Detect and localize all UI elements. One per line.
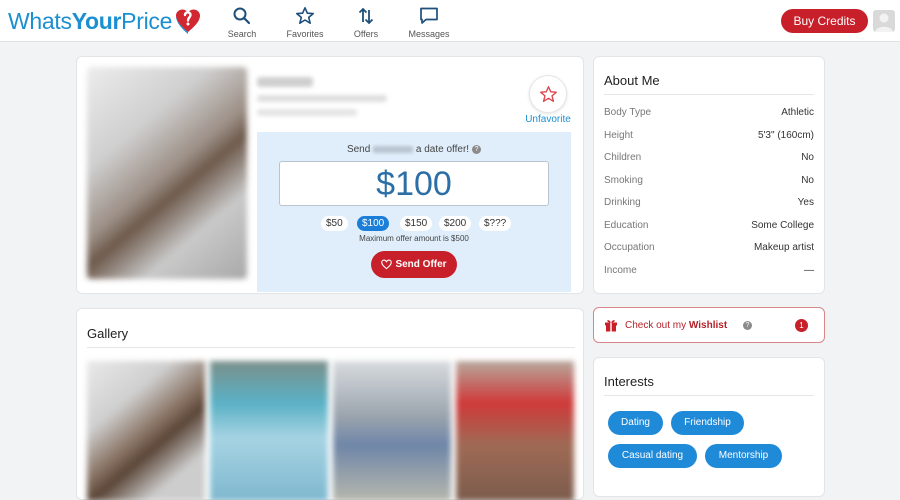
interest-pill-casual-dating[interactable]: Casual dating (608, 444, 697, 468)
divider (87, 347, 575, 348)
wishlist-help-icon[interactable]: ? (743, 321, 752, 330)
gallery-title: Gallery (87, 326, 129, 341)
about-row-drinking: Drinking Yes (604, 197, 814, 208)
gallery-photo[interactable] (333, 361, 451, 500)
top-header: WhatsYourPrice Search Favorites Offers M… (0, 0, 900, 42)
nav-search[interactable]: Search (212, 6, 272, 39)
wishlist-text: Check out my Wishlist (625, 320, 728, 331)
about-row-body-type: Body Type Athletic (604, 107, 814, 118)
site-logo[interactable]: WhatsYourPrice (8, 8, 172, 35)
about-row-income: Income — (604, 265, 814, 276)
amount-chip-100[interactable]: $100 (357, 216, 390, 231)
interests-card: Interests Dating Friendship Casual datin… (593, 357, 825, 497)
avatar-silhouette-icon (875, 13, 893, 32)
buy-credits-button[interactable]: Buy Credits (781, 9, 868, 33)
amount-chips: $50 $100 $150 $200 $??? (321, 216, 512, 232)
about-me-title: About Me (604, 73, 660, 88)
amount-chip-200[interactable]: $200 (439, 216, 472, 231)
max-offer-note: Maximum offer amount is $500 (359, 234, 469, 243)
nav-messages[interactable]: Messages (399, 6, 459, 39)
heart-icon (381, 259, 393, 270)
interest-pill-friendship[interactable]: Friendship (671, 411, 744, 435)
amount-chip-custom[interactable]: $??? (479, 216, 512, 231)
offer-panel: Send a date offer!? $100 $50 $100 $150 $… (257, 132, 571, 292)
wishlist-count-badge: 1 (795, 319, 808, 332)
star-icon (296, 7, 314, 24)
wishlist-link[interactable]: Check out my Wishlist ? 1 (593, 307, 825, 343)
offers-arrows-icon (358, 7, 374, 25)
gallery-photo[interactable] (87, 361, 205, 500)
amount-chip-50[interactable]: $50 (321, 216, 348, 231)
logo-heart-icon (176, 9, 200, 34)
profile-name-redacted (257, 77, 313, 87)
nav-favorites[interactable]: Favorites (275, 6, 335, 39)
divider (604, 395, 814, 396)
interest-pill-mentorship[interactable]: Mentorship (705, 444, 782, 468)
profile-subtitle-redacted (257, 109, 357, 116)
send-offer-button[interactable]: Send Offer (371, 251, 457, 278)
nav-offers[interactable]: Offers (336, 6, 396, 39)
profile-photo[interactable] (87, 67, 247, 279)
interests-title: Interests (604, 374, 654, 389)
divider (604, 94, 814, 95)
gift-icon (605, 320, 617, 332)
interest-pill-dating[interactable]: Dating (608, 411, 663, 435)
unfavorite-button[interactable] (529, 75, 567, 113)
star-outline-icon (540, 86, 557, 103)
inline-name-redacted (373, 145, 414, 153)
offer-prompt: Send a date offer!? (257, 144, 571, 155)
offer-amount-input[interactable]: $100 (279, 161, 549, 206)
message-icon (420, 7, 438, 24)
profile-location-redacted (257, 95, 387, 102)
help-icon[interactable]: ? (472, 144, 482, 154)
gallery-card: Gallery (76, 308, 584, 500)
unfavorite-label[interactable]: Unfavorite (523, 114, 573, 125)
user-avatar[interactable] (873, 10, 895, 32)
amount-chip-150[interactable]: $150 (400, 216, 433, 231)
about-me-card: About Me Body Type Athletic Height 5'3" (1… (593, 56, 825, 294)
about-row-education: Education Some College (604, 220, 814, 231)
profile-card: Unfavorite Send a date offer!? $100 $50 … (76, 56, 584, 294)
search-icon (233, 7, 251, 25)
about-row-occupation: Occupation Makeup artist (604, 242, 814, 253)
about-row-children: Children No (604, 152, 814, 163)
gallery-photo[interactable] (456, 361, 574, 500)
about-row-smoking: Smoking No (604, 175, 814, 186)
about-row-height: Height 5'3" (160cm) (604, 130, 814, 141)
gallery-photo[interactable] (210, 361, 328, 500)
